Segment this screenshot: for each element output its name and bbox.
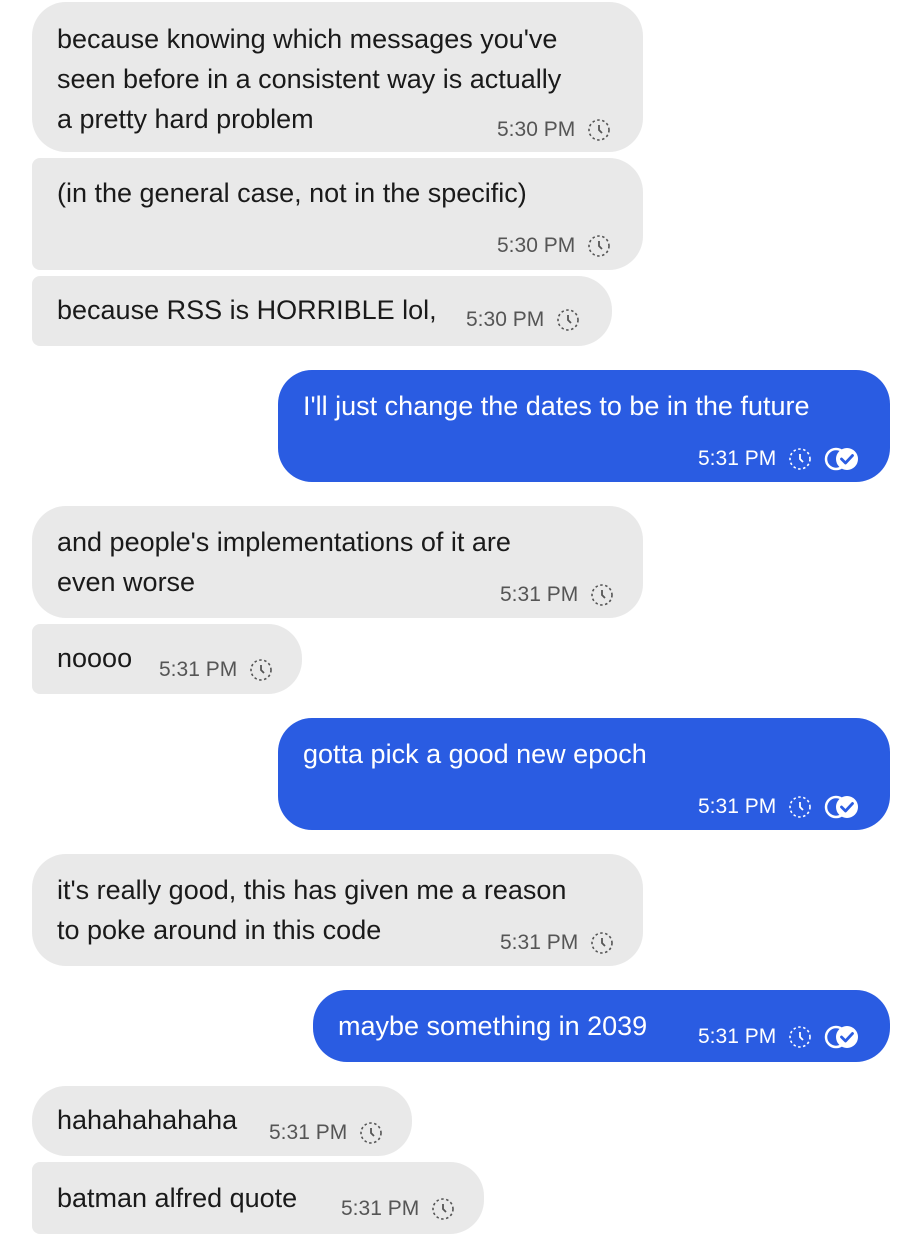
message-text: (in the general case, not in the specifi… bbox=[57, 178, 527, 208]
pending-clock-icon bbox=[360, 1122, 383, 1144]
pending-clock-icon bbox=[789, 1026, 812, 1048]
pending-clock-icon bbox=[591, 932, 614, 954]
message-bubble-incoming[interactable]: batman alfred quote 5:31 PM bbox=[32, 1162, 484, 1234]
message-text: and people's implementations of it are bbox=[57, 527, 511, 557]
message-text: to poke around in this code bbox=[57, 915, 382, 945]
message-bubble-incoming[interactable]: hahahahahaha 5:31 PM bbox=[32, 1086, 412, 1156]
delivered-check-icon bbox=[824, 447, 859, 471]
message-text: it's really good, this has given me a re… bbox=[57, 875, 567, 905]
pending-clock-icon bbox=[557, 309, 580, 331]
message-text: because RSS is HORRIBLE lol, bbox=[57, 295, 437, 325]
message-timestamp: 5:31 PM bbox=[698, 795, 777, 818]
message-text: gotta pick a good new epoch bbox=[303, 739, 647, 769]
message-timestamp: 5:31 PM bbox=[500, 931, 579, 954]
message-text: I'll just change the dates to be in the … bbox=[303, 391, 810, 421]
message-bubble-outgoing[interactable]: maybe something in 2039 5:31 PM bbox=[313, 990, 890, 1062]
pending-clock-icon bbox=[250, 659, 273, 681]
pending-clock-icon bbox=[789, 796, 812, 818]
message-bubble-outgoing[interactable]: gotta pick a good new epoch 5:31 PM bbox=[278, 718, 890, 830]
message-text: a pretty hard problem bbox=[57, 104, 314, 134]
message-timestamp: 5:30 PM bbox=[497, 118, 576, 141]
message-text: because knowing which messages you've bbox=[57, 24, 558, 54]
message-bubble-incoming[interactable]: it's really good, this has given me a re… bbox=[32, 854, 643, 966]
message-text: even worse bbox=[57, 567, 196, 597]
pending-clock-icon bbox=[432, 1198, 455, 1220]
pending-clock-icon bbox=[591, 584, 614, 606]
delivered-check-icon bbox=[824, 795, 859, 819]
message-bubble-incoming[interactable]: because knowing which messages you've se… bbox=[32, 2, 643, 152]
pending-clock-icon bbox=[588, 119, 611, 141]
message-timestamp: 5:30 PM bbox=[497, 234, 576, 257]
message-bubble-incoming[interactable]: (in the general case, not in the specifi… bbox=[32, 158, 643, 270]
delivered-check-icon bbox=[824, 1025, 859, 1049]
message-timestamp: 5:31 PM bbox=[500, 583, 579, 606]
message-timestamp: 5:31 PM bbox=[698, 1025, 777, 1048]
message-timestamp: 5:31 PM bbox=[698, 447, 777, 470]
message-bubble-incoming[interactable]: because RSS is HORRIBLE lol, 5:30 PM bbox=[32, 276, 612, 346]
message-text: batman alfred quote bbox=[57, 1183, 298, 1213]
pending-clock-icon bbox=[588, 235, 611, 257]
message-timestamp: 5:30 PM bbox=[466, 308, 545, 331]
message-timestamp: 5:31 PM bbox=[269, 1121, 348, 1144]
message-text: noooo bbox=[57, 643, 133, 673]
message-text: maybe something in 2039 bbox=[338, 1011, 648, 1041]
pending-clock-icon bbox=[789, 448, 812, 470]
message-text: hahahahahaha bbox=[57, 1105, 238, 1135]
message-timestamp: 5:31 PM bbox=[341, 1197, 420, 1220]
message-bubble-outgoing[interactable]: I'll just change the dates to be in the … bbox=[278, 370, 890, 482]
message-bubble-incoming[interactable]: and people's implementations of it are e… bbox=[32, 506, 643, 618]
message-bubble-incoming[interactable]: noooo 5:31 PM bbox=[32, 624, 302, 694]
message-timestamp: 5:31 PM bbox=[159, 658, 238, 681]
message-text: seen before in a consistent way is actua… bbox=[57, 64, 562, 94]
